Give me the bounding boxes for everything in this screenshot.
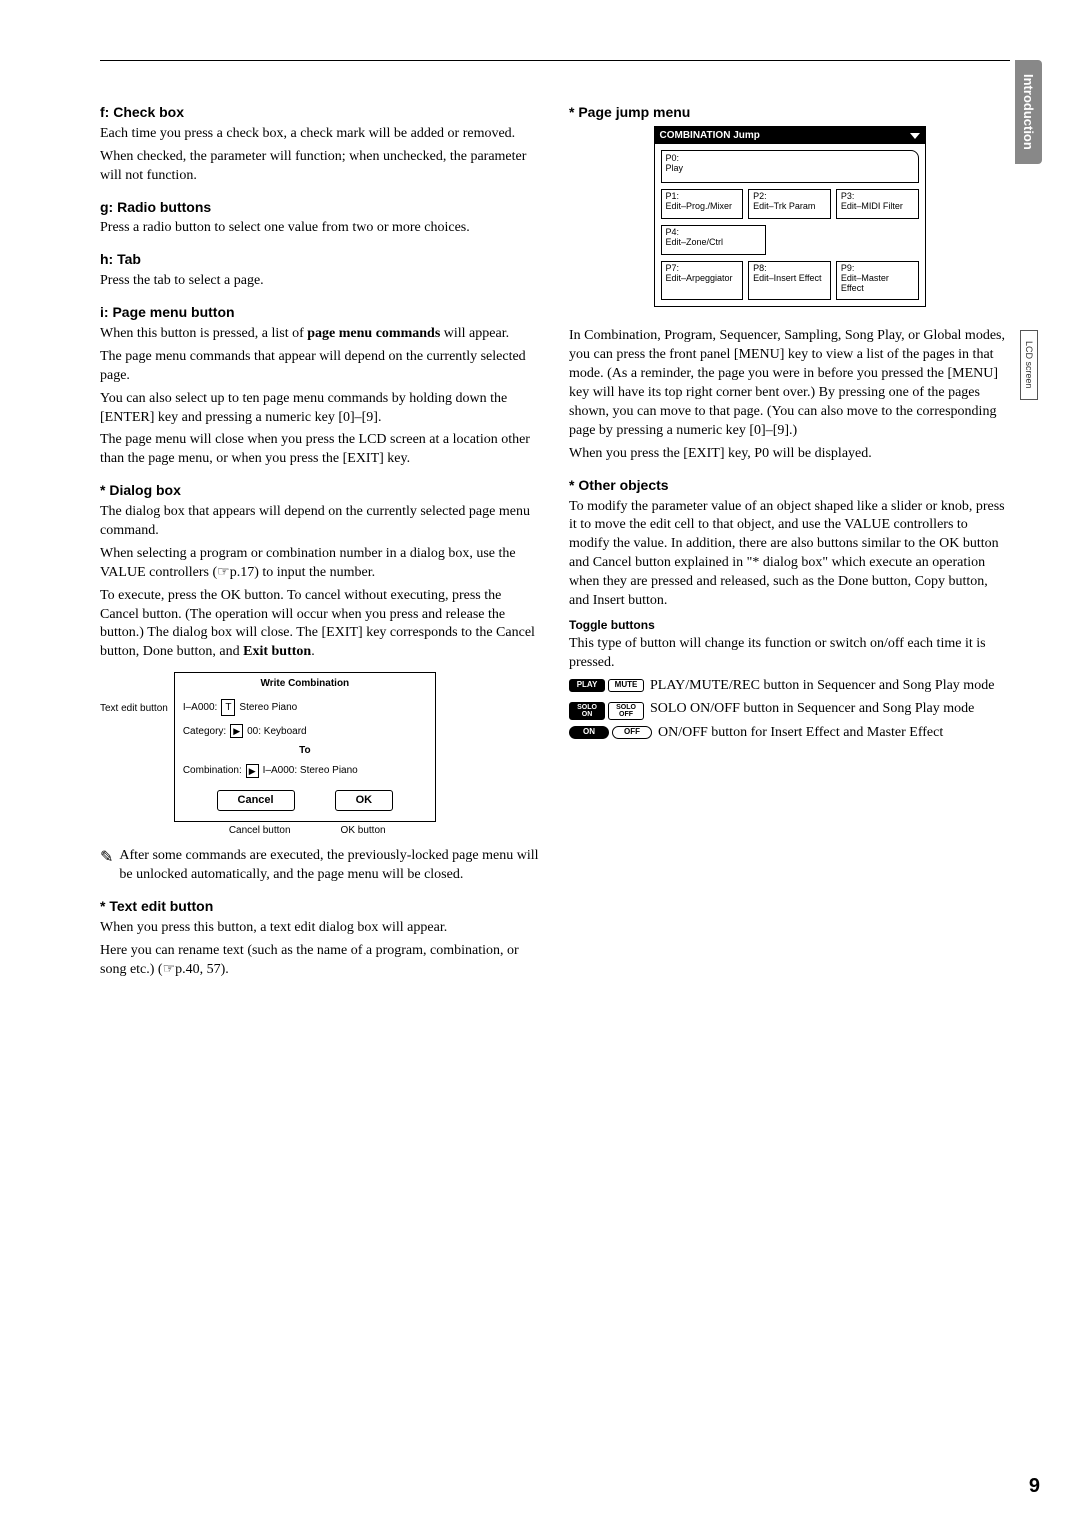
label-ok-button: OK button: [341, 824, 386, 838]
dialog-frame: Write Combination I–A000: T Stereo Piano…: [174, 672, 436, 822]
text-pagejump-2: When you press the [EXIT] key, P0 will b…: [569, 445, 1010, 464]
heading-g: g: Radio buttons: [100, 198, 541, 217]
heading-i: i: Page menu button: [100, 303, 541, 322]
cancel-button[interactable]: Cancel: [217, 790, 295, 811]
right-column: * Page jump menu COMBINATION Jump P0: Pl…: [569, 91, 1010, 984]
toggle-row2-text: SOLO ON/OFF button in Sequencer and Song…: [650, 700, 1010, 719]
p0-text: Play: [666, 163, 684, 173]
page-jump-header-text: COMBINATION Jump: [660, 129, 760, 143]
mute-button-icon: MUTE: [608, 679, 644, 692]
dialog-title: Write Combination: [175, 673, 435, 695]
jump-tab-p4[interactable]: P4:Edit–Zone/Ctrl: [661, 225, 766, 255]
text-textedit-2: Here you can rename text (such as the na…: [100, 942, 541, 980]
dialog-row3-label: Combination:: [183, 764, 242, 778]
text-i-1strong: page menu commands: [307, 326, 440, 341]
text-i-4: The page menu will close when you press …: [100, 431, 541, 469]
text-dialog-3a: To execute, press the OK button. To canc…: [100, 588, 535, 660]
heading-other-objects: * Other objects: [569, 476, 1010, 495]
text-dialog-3strong: Exit button: [243, 644, 311, 659]
solo-on-button-icon: SOLOON: [569, 702, 605, 720]
toggle-row3-text: ON/OFF button for Insert Effect and Mast…: [658, 724, 1010, 743]
side-tab-introduction: Introduction: [1015, 60, 1042, 164]
toggle-row-play: PLAY MUTE PLAY/MUTE/REC button in Sequen…: [569, 677, 1010, 696]
dialog-row3-text: I–A000: Stereo Piano: [263, 764, 358, 778]
text-dialog-3: To execute, press the OK button. To canc…: [100, 587, 541, 663]
text-i-3: You can also select up to ten page menu …: [100, 390, 541, 428]
dialog-row-name: I–A000: T Stereo Piano: [175, 695, 435, 721]
page-jump-header: COMBINATION Jump: [655, 127, 925, 145]
text-dialog-3b: .: [311, 644, 315, 659]
dialog-row2-label: Category:: [183, 725, 226, 739]
jump-tab-p3[interactable]: P3:Edit–MIDI Filter: [836, 189, 919, 219]
heading-page-jump: * Page jump menu: [569, 103, 1010, 122]
note-icon: ✎: [100, 847, 113, 885]
heading-f: f: Check box: [100, 103, 541, 122]
top-rule: [100, 60, 1010, 61]
play-button-icon: PLAY: [569, 679, 605, 692]
text-i-1b: will appear.: [440, 326, 509, 341]
text-dialog-2: When selecting a program or combination …: [100, 545, 541, 583]
on-button-icon: ON: [569, 726, 609, 739]
jump-tab-p1[interactable]: P1:Edit–Prog./Mixer: [661, 189, 744, 219]
solo-off-button-icon: SOLOOFF: [608, 702, 644, 720]
note-block: ✎ After some commands are executed, the …: [100, 847, 541, 885]
text-textedit-1: When you press this button, a text edit …: [100, 919, 541, 938]
toggle-row-solo: SOLOON SOLOOFF SOLO ON/OFF button in Seq…: [569, 700, 1010, 720]
text-f-2: When checked, the parameter will functio…: [100, 148, 541, 186]
dropdown-icon[interactable]: ▶: [230, 724, 243, 738]
menu-dropdown-icon[interactable]: [910, 133, 920, 139]
note-text: After some commands are executed, the pr…: [119, 847, 541, 885]
heading-text-edit: * Text edit button: [100, 897, 541, 916]
dialog-row1-prefix: I–A000:: [183, 701, 217, 715]
dialog-row-combination: Combination: ▶ I–A000: Stereo Piano: [175, 760, 435, 782]
text-i-1a: When this button is pressed, a list of: [100, 326, 307, 341]
text-f-1: Each time you press a check box, a check…: [100, 125, 541, 144]
heading-h: h: Tab: [100, 250, 541, 269]
text-other-1: To modify the parameter value of an obje…: [569, 498, 1010, 611]
heading-dialog: * Dialog box: [100, 481, 541, 500]
toggle-row1-text: PLAY/MUTE/REC button in Sequencer and So…: [650, 677, 1010, 696]
text-edit-icon[interactable]: T: [221, 699, 235, 717]
label-text-edit-button: Text edit button: [100, 672, 168, 716]
text-h-1: Press the tab to select a page.: [100, 272, 541, 291]
side-tab-lcd: LCD screen: [1020, 330, 1038, 400]
ok-button[interactable]: OK: [335, 790, 394, 811]
dialog-to-label: To: [175, 742, 435, 760]
text-i-1: When this button is pressed, a list of p…: [100, 325, 541, 344]
dialog-row1-text: Stereo Piano: [239, 701, 297, 715]
jump-tab-p8[interactable]: P8:Edit–Insert Effect: [748, 261, 831, 301]
text-toggle-intro: This type of button will change its func…: [569, 635, 1010, 673]
left-column: f: Check box Each time you press a check…: [100, 91, 541, 984]
jump-tab-p2[interactable]: P2:Edit–Trk Param: [748, 189, 831, 219]
toggle-row-onoff: ON OFF ON/OFF button for Insert Effect a…: [569, 724, 1010, 743]
text-i-2: The page menu commands that appear will …: [100, 348, 541, 386]
page-number: 9: [1029, 1475, 1040, 1498]
heading-toggle: Toggle buttons: [569, 617, 1010, 633]
off-button-icon: OFF: [612, 726, 652, 739]
text-dialog-1: The dialog box that appears will depend …: [100, 503, 541, 541]
dialog-figure: Text edit button Write Combination I–A00…: [100, 672, 541, 837]
p0-label: P0:: [666, 153, 680, 163]
dropdown-icon[interactable]: ▶: [246, 764, 259, 778]
jump-tab-p0[interactable]: P0: Play: [661, 150, 919, 183]
jump-tab-p7[interactable]: P7:Edit–Arpeggiator: [661, 261, 744, 301]
jump-tab-p9[interactable]: P9:Edit–Master Effect: [836, 261, 919, 301]
dialog-row-category: Category: ▶ 00: Keyboard: [175, 720, 435, 742]
page-jump-menu: COMBINATION Jump P0: Play P1:Edit–Prog./…: [654, 126, 926, 308]
text-pagejump-1: In Combination, Program, Sequencer, Samp…: [569, 327, 1010, 440]
label-cancel-button: Cancel button: [229, 824, 291, 838]
text-g-1: Press a radio button to select one value…: [100, 219, 541, 238]
dialog-row2-text: 00: Keyboard: [247, 725, 307, 739]
